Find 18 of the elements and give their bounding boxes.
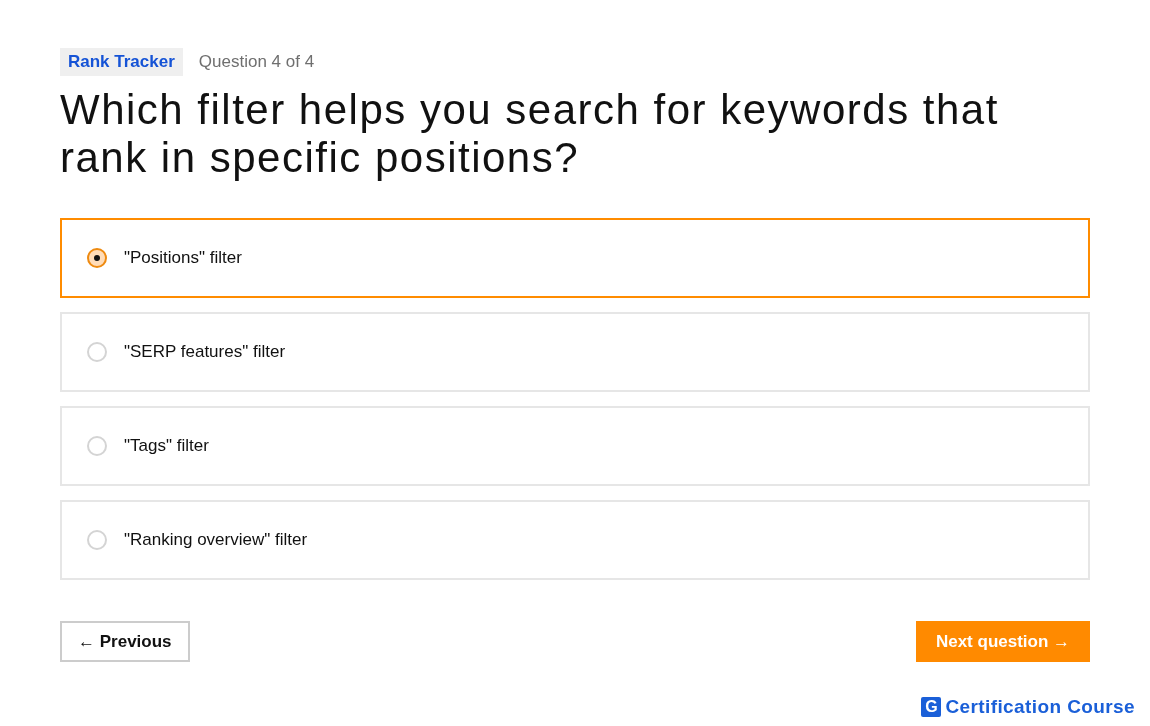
previous-button[interactable]: ← Previous — [60, 621, 190, 662]
question-text: Which filter helps you search for keywords that rank in specific positions? — [60, 86, 1000, 182]
radio-icon[interactable] — [87, 342, 107, 362]
category-tag: Rank Tracker — [60, 48, 183, 76]
answer-option[interactable]: "Ranking overview" filter — [60, 500, 1090, 580]
answer-option[interactable]: "Positions" filter — [60, 218, 1090, 298]
option-label: "Positions" filter — [124, 247, 242, 270]
logo-badge: G — [921, 697, 942, 717]
answer-option[interactable]: "Tags" filter — [60, 406, 1090, 486]
option-label: "SERP features" filter — [124, 341, 286, 364]
radio-icon[interactable] — [87, 530, 107, 550]
option-label: "Tags" filter — [124, 435, 209, 458]
logo-text: Certification Course — [945, 696, 1135, 718]
radio-selected-icon[interactable] — [87, 248, 107, 268]
radio-icon[interactable] — [87, 436, 107, 456]
option-label: "Ranking overview" filter — [124, 529, 308, 552]
question-counter: Question 4 of 4 — [198, 51, 315, 73]
answer-option[interactable]: "SERP features" filter — [60, 312, 1090, 392]
